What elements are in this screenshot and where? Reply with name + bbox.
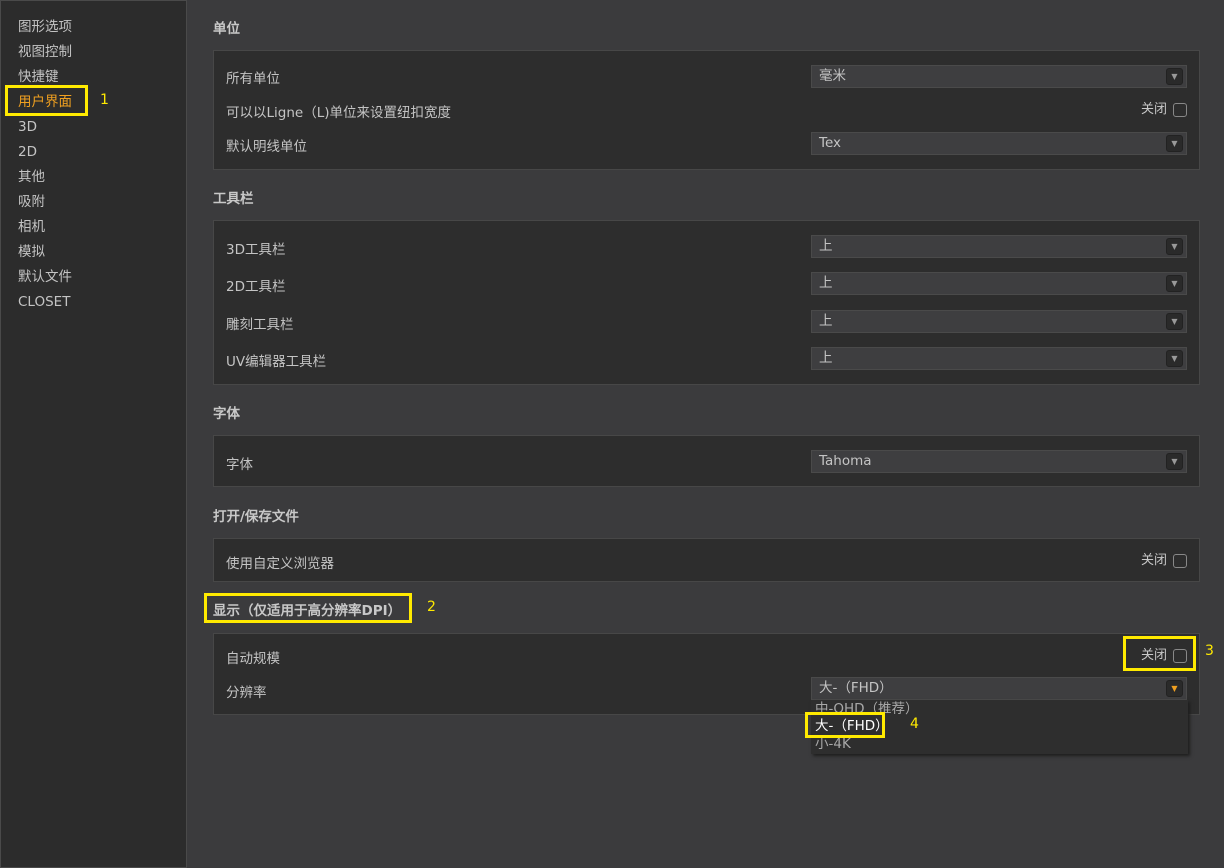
- sidebar-item-2d[interactable]: 2D: [18, 142, 37, 162]
- file-panel: [213, 538, 1200, 582]
- section-title-units: 单位: [213, 21, 240, 37]
- toggle-label: 关闭: [1140, 553, 1167, 568]
- annotation-number: 4: [910, 716, 919, 732]
- dropdown-value: 上: [819, 313, 833, 329]
- chevron-down-icon: ▼: [1166, 68, 1183, 85]
- chevron-down-icon: ▼: [1166, 135, 1183, 152]
- custom-browser-label: 使用自定义浏览器: [226, 556, 334, 572]
- section-title-font: 字体: [213, 406, 240, 422]
- toolbar-uv-dropdown[interactable]: 上 ▼: [811, 347, 1187, 370]
- all-units-value: 毫米: [819, 68, 846, 84]
- all-units-label: 所有单位: [226, 71, 280, 87]
- chevron-down-icon: ▼: [1166, 680, 1183, 697]
- dropdown-value: 上: [819, 238, 833, 254]
- highlight-box: [204, 593, 412, 623]
- thread-unit-dropdown[interactable]: Tex ▼: [811, 132, 1187, 155]
- toolbar-3d-dropdown[interactable]: 上 ▼: [811, 235, 1187, 258]
- dropdown-value: Tahoma: [819, 453, 872, 469]
- highlight-box: [1123, 636, 1196, 671]
- highlight-box: [805, 712, 885, 738]
- sidebar-item-simulation[interactable]: 模拟: [18, 242, 45, 262]
- toolbar-2d-label: 2D工具栏: [226, 279, 286, 295]
- annotation-number: 1: [100, 92, 109, 108]
- highlight-box: [5, 85, 88, 116]
- resolution-label: 分辨率: [226, 685, 267, 701]
- thread-unit-value: Tex: [819, 135, 842, 151]
- sidebar-item-snap[interactable]: 吸附: [18, 192, 45, 212]
- sidebar-item-3d[interactable]: 3D: [18, 117, 37, 137]
- all-units-dropdown[interactable]: 毫米 ▼: [811, 65, 1187, 88]
- toolbar-2d-dropdown[interactable]: 上 ▼: [811, 272, 1187, 295]
- toggle-label: 关闭: [1140, 102, 1167, 117]
- custom-browser-toggle[interactable]: 关闭: [1141, 551, 1187, 571]
- font-dropdown[interactable]: Tahoma ▼: [811, 450, 1187, 473]
- sidebar-item-shortcuts[interactable]: 快捷键: [18, 67, 59, 87]
- annotation-number: 3: [1205, 643, 1214, 659]
- sidebar-item-view-control[interactable]: 视图控制: [18, 42, 72, 62]
- chevron-down-icon: ▼: [1166, 313, 1183, 330]
- section-title-file: 打开/保存文件: [213, 509, 299, 525]
- sidebar: 图形选项 视图控制 快捷键 用户界面 3D 2D 其他 吸附 相机 模拟 默认文…: [0, 0, 187, 868]
- chevron-down-icon: ▼: [1166, 275, 1183, 292]
- chevron-down-icon: ▼: [1166, 238, 1183, 255]
- ligne-label: 可以以Ligne（L)单位来设置纽扣宽度: [226, 105, 451, 121]
- chevron-down-icon: ▼: [1166, 453, 1183, 470]
- sidebar-item-closet[interactable]: CLOSET: [18, 292, 70, 312]
- checkbox-icon[interactable]: [1173, 102, 1187, 117]
- dropdown-value: 上: [819, 350, 833, 366]
- toolbar-sculpt-dropdown[interactable]: 上 ▼: [811, 310, 1187, 333]
- chevron-down-icon: ▼: [1166, 350, 1183, 367]
- dropdown-value: 大-（FHD）: [819, 680, 893, 696]
- sidebar-item-graphics[interactable]: 图形选项: [18, 17, 72, 37]
- toolbar-uv-label: UV编辑器工具栏: [226, 354, 327, 370]
- thread-unit-label: 默认明线单位: [226, 139, 307, 155]
- dropdown-value: 上: [819, 275, 833, 291]
- sidebar-item-other[interactable]: 其他: [18, 167, 45, 187]
- ligne-toggle[interactable]: 关闭: [1141, 100, 1187, 120]
- auto-scale-label: 自动规模: [226, 651, 280, 667]
- annotation-number: 2: [427, 599, 436, 615]
- sidebar-item-camera[interactable]: 相机: [18, 217, 45, 237]
- toolbar-3d-label: 3D工具栏: [226, 242, 286, 258]
- resolution-dropdown[interactable]: 大-（FHD） ▼: [811, 677, 1187, 700]
- checkbox-icon[interactable]: [1173, 553, 1187, 568]
- sidebar-item-default-files[interactable]: 默认文件: [18, 267, 72, 287]
- font-label: 字体: [226, 457, 253, 473]
- toolbar-sculpt-label: 雕刻工具栏: [226, 317, 294, 333]
- section-title-toolbar: 工具栏: [213, 191, 254, 207]
